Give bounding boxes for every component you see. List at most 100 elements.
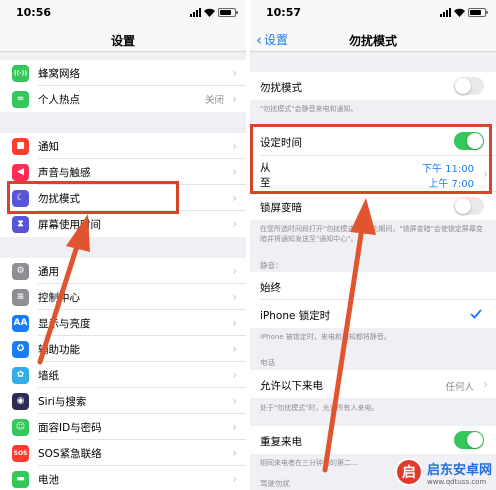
watermark-url: www.qdtuss.com bbox=[426, 477, 487, 486]
highlight-schedule bbox=[250, 124, 492, 194]
settings-row-label: 辅助功能 bbox=[38, 343, 80, 356]
dim-note: 在您所选时间段打开"勿扰模式"，在此期间，"锁屏变暗"会使锁定屏幕变暗并将通知发… bbox=[260, 225, 483, 243]
settings-row[interactable]: SOS SOS紧急联络 › bbox=[0, 440, 246, 466]
settings-row-label: Siri与搜索 bbox=[38, 395, 87, 408]
chevron-right-icon: › bbox=[232, 342, 237, 356]
settings-row[interactable]: ∞ 个人热点 关闭 › bbox=[0, 86, 246, 112]
silence-header: 静音： bbox=[260, 261, 283, 270]
settings-row[interactable]: ■ 通知 › bbox=[0, 133, 246, 159]
chevron-right-icon: › bbox=[232, 139, 237, 153]
drive-header: 驾驶勿扰 bbox=[260, 479, 290, 488]
settings-row-label: SOS紧急联络 bbox=[38, 447, 102, 460]
repeat-label: 重复来电 bbox=[260, 436, 302, 448]
dnd-screen: 10:57 ‹ 设置 勿扰模式 勿扰模式 "勿扰模式"会静音来电和通知。 设定时… bbox=[250, 0, 496, 490]
chevron-right-icon: › bbox=[232, 66, 237, 80]
settings-row[interactable]: ◉ Siri与搜索 › bbox=[0, 388, 246, 414]
chevron-right-icon: › bbox=[232, 165, 237, 179]
checkmark-icon bbox=[470, 309, 482, 319]
battery-level-icon bbox=[468, 8, 488, 17]
settings-row[interactable]: AA 显示与亮度 › bbox=[0, 310, 246, 336]
allow-calls-label: 允许以下来电 bbox=[260, 380, 323, 392]
antenna-icon: ((·)) bbox=[12, 64, 29, 82]
dim-lock-row[interactable]: 锁屏变暗 bbox=[250, 192, 496, 220]
settings-row-label: 墙纸 bbox=[38, 369, 59, 382]
settings-row-label: 显示与亮度 bbox=[38, 317, 91, 330]
navigation-bar: ‹ 设置 勿扰模式 bbox=[250, 28, 496, 52]
hotspot-icon: ∞ bbox=[12, 90, 29, 108]
settings-row[interactable]: ⧗ 屏幕使用时间 › bbox=[0, 211, 246, 237]
dnd-note: "勿扰模式"会静音来电和通知。 bbox=[260, 105, 358, 113]
dim-toggle[interactable] bbox=[454, 197, 484, 215]
battery-icon: ▬ bbox=[12, 470, 29, 488]
settings-row[interactable]: ≡ 控制中心 › bbox=[0, 284, 246, 310]
wifi-icon bbox=[454, 8, 465, 17]
wallpaper-icon: ✿ bbox=[12, 366, 29, 384]
settings-row-label: 蜂窝网络 bbox=[38, 67, 80, 80]
sliders-icon: ≡ bbox=[12, 288, 29, 306]
battery-level-icon bbox=[218, 8, 238, 17]
chevron-right-icon: › bbox=[232, 368, 237, 382]
allow-calls-row[interactable]: 允许以下来电 任何人 › bbox=[250, 370, 496, 398]
chevron-right-icon: › bbox=[232, 264, 237, 278]
chevron-right-icon: › bbox=[232, 290, 237, 304]
notification-icon: ■ bbox=[12, 137, 29, 155]
dnd-toggle[interactable] bbox=[454, 77, 484, 95]
settings-row[interactable]: ▬ 电池 › bbox=[0, 466, 246, 490]
settings-row-label: 屏幕使用时间 bbox=[38, 218, 101, 231]
phone-header: 电话 bbox=[260, 358, 275, 367]
settings-row[interactable]: ⚙ 通用 › bbox=[0, 258, 246, 284]
chevron-right-icon: › bbox=[232, 92, 237, 106]
repeat-toggle[interactable] bbox=[454, 431, 484, 449]
watermark-title: 启东安卓网 bbox=[426, 462, 492, 478]
settings-row[interactable]: ☺ 面容ID与密码 › bbox=[0, 414, 246, 440]
settings-row[interactable]: ✿ 墙纸 › bbox=[0, 362, 246, 388]
page-title: 设置 bbox=[110, 34, 135, 48]
chevron-right-icon: › bbox=[232, 446, 237, 460]
chevron-right-icon: › bbox=[232, 420, 237, 434]
chevron-right-icon: › bbox=[232, 472, 237, 486]
settings-row-label: 通知 bbox=[38, 140, 59, 153]
allow-calls-note: 处于"勿扰模式"时，允许所有人来电。 bbox=[260, 404, 379, 412]
settings-screen: 10:56 设置 ((·)) 蜂窝网络 › ∞ 个人热点 关闭 › ■ 通知 › ◀ 声音与触感 › ☾ 勿… bbox=[0, 0, 246, 490]
repeat-calls-row[interactable]: 重复来电 bbox=[250, 426, 496, 454]
allow-calls-value: 任何人 bbox=[445, 382, 474, 393]
status-time: 10:56 bbox=[16, 6, 52, 19]
cellular-signal-icon bbox=[440, 8, 451, 17]
chevron-right-icon: › bbox=[232, 217, 237, 231]
faceid-icon: ☺ bbox=[12, 418, 29, 436]
navigation-bar: 设置 bbox=[0, 28, 246, 52]
settings-row-label: 个人热点 bbox=[38, 93, 80, 106]
page-title: 勿扰模式 bbox=[348, 34, 397, 48]
highlight-dnd-row bbox=[7, 181, 179, 214]
status-bar: 10:56 bbox=[0, 0, 246, 28]
status-time: 10:57 bbox=[266, 6, 302, 19]
watermark: 启 启东安卓网 www.qdtuss.com bbox=[394, 458, 492, 486]
settings-row-label: 控制中心 bbox=[38, 291, 80, 304]
locked-note: iPhone 被锁定时，来电和通知都将静音。 bbox=[260, 333, 391, 341]
settings-row-value: 关闭 bbox=[204, 95, 224, 106]
wifi-icon bbox=[204, 8, 215, 17]
settings-row[interactable]: ((·)) 蜂窝网络 › bbox=[0, 60, 246, 86]
chevron-right-icon: › bbox=[483, 377, 488, 391]
dim-label: 锁屏变暗 bbox=[260, 202, 302, 214]
settings-row-label: 通用 bbox=[38, 265, 59, 278]
always-label: 始终 bbox=[260, 282, 281, 294]
locked-row[interactable]: iPhone 锁定时 bbox=[250, 300, 496, 328]
chevron-right-icon: › bbox=[232, 394, 237, 408]
hourglass-icon: ⧗ bbox=[12, 215, 29, 233]
always-row[interactable]: 始终 bbox=[250, 272, 496, 300]
dnd-toggle-row[interactable]: 勿扰模式 bbox=[250, 72, 496, 100]
settings-row-label: 面容ID与密码 bbox=[38, 421, 102, 434]
status-bar: 10:57 bbox=[250, 0, 496, 28]
locked-label: iPhone 锁定时 bbox=[260, 310, 331, 322]
settings-row[interactable]: ✪ 辅助功能 › bbox=[0, 336, 246, 362]
accessibility-icon: ✪ bbox=[12, 340, 29, 358]
dnd-label: 勿扰模式 bbox=[260, 82, 302, 94]
display-icon: AA bbox=[12, 314, 29, 332]
speaker-icon: ◀ bbox=[12, 163, 29, 181]
settings-row-label: 声音与触感 bbox=[38, 166, 91, 179]
gear-icon: ⚙ bbox=[12, 262, 29, 280]
settings-row-label: 电池 bbox=[38, 473, 59, 486]
chevron-right-icon: › bbox=[232, 316, 237, 330]
sos-icon: SOS bbox=[12, 444, 29, 462]
